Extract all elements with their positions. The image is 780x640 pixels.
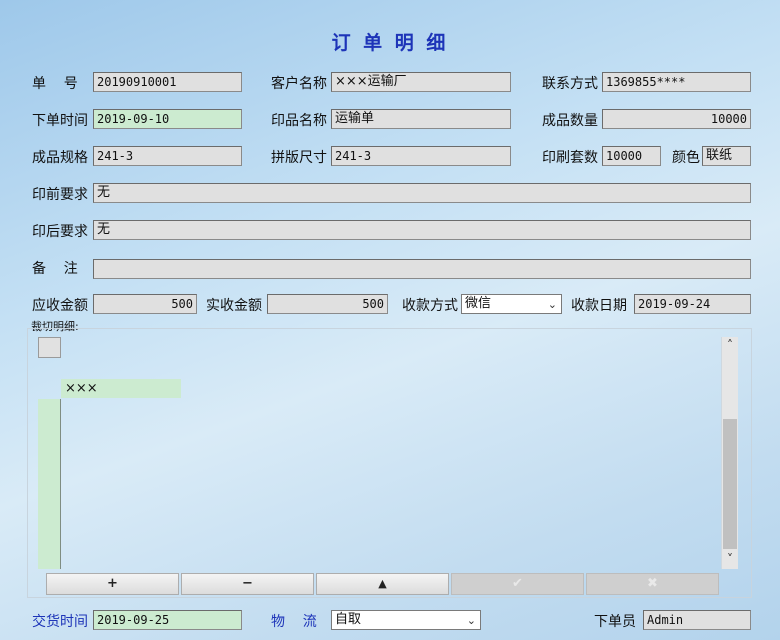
payment-method-label: 收款方式 [402, 298, 458, 314]
quantity-field[interactable]: 10000 [602, 109, 751, 129]
delivery-time-label: 交货时间 [32, 614, 88, 630]
remark-label: 备 注 [32, 261, 78, 277]
payment-date-field[interactable]: 2019-09-24 [634, 294, 751, 314]
order-time-field[interactable]: 2019-09-10 [93, 109, 242, 129]
contact-label: 联系方式 [542, 76, 598, 92]
logistics-select[interactable]: 自取 ⌄ [331, 610, 481, 630]
customer-field[interactable]: ×××运输厂 [331, 72, 511, 92]
scroll-thumb[interactable] [723, 419, 737, 549]
color-field[interactable]: 联纸 [702, 146, 751, 166]
grid-corner-button[interactable] [38, 337, 61, 358]
grid-column-header[interactable]: ××× [61, 379, 181, 398]
layout-size-field[interactable]: 241-3 [331, 146, 511, 166]
remark-field[interactable] [93, 259, 751, 279]
scroll-down-icon[interactable]: ˅ [722, 551, 738, 567]
color-label: 颜色 [672, 150, 700, 166]
sets-label: 印刷套数 [542, 150, 598, 166]
pre-press-label: 印前要求 [32, 187, 88, 203]
quantity-label: 成品数量 [542, 113, 598, 129]
operator-label: 下单员 [594, 614, 636, 630]
operator-field[interactable]: Admin [643, 610, 751, 630]
sets-field[interactable]: 10000 [602, 146, 661, 166]
contact-field[interactable]: 1369855**** [602, 72, 751, 92]
add-row-button[interactable]: + [46, 573, 179, 595]
order-time-label: 下单时间 [32, 113, 88, 129]
logistics-value: 自取 [335, 612, 362, 627]
grid-scrollbar[interactable]: ˄ ˅ [721, 337, 738, 569]
move-up-button[interactable]: ▲ [316, 573, 449, 595]
remove-row-button[interactable]: − [181, 573, 314, 595]
post-press-label: 印后要求 [32, 224, 88, 240]
spec-label: 成品规格 [32, 150, 88, 166]
customer-label: 客户名称 [271, 76, 327, 92]
receivable-field[interactable]: 500 [93, 294, 197, 314]
layout-size-label: 拼版尺寸 [271, 150, 327, 166]
pre-press-field[interactable]: 无 [93, 183, 751, 203]
chevron-down-icon: ⌄ [547, 298, 557, 311]
received-label: 实收金额 [206, 298, 262, 314]
cutting-grid[interactable]: ××× [38, 337, 720, 569]
receivable-label: 应收金额 [32, 298, 88, 314]
post-press-field[interactable]: 无 [93, 220, 751, 240]
payment-method-value: 微信 [465, 296, 492, 311]
page-title: 订 单 明 细 [331, 32, 449, 54]
grid-row-header [38, 399, 61, 569]
logistics-label: 物 流 [271, 614, 317, 630]
payment-date-label: 收款日期 [571, 298, 627, 314]
print-name-label: 印品名称 [271, 113, 327, 129]
delivery-time-field[interactable]: 2019-09-25 [93, 610, 242, 630]
cancel-button[interactable]: ✖ [586, 573, 719, 595]
payment-method-select[interactable]: 微信 ⌄ [461, 294, 562, 314]
print-name-field[interactable]: 运输单 [331, 109, 511, 129]
received-field[interactable]: 500 [267, 294, 388, 314]
chevron-down-icon: ⌄ [466, 614, 476, 627]
spec-field[interactable]: 241-3 [93, 146, 242, 166]
scroll-up-icon[interactable]: ˄ [722, 337, 738, 353]
confirm-button[interactable]: ✔ [451, 573, 584, 595]
order-no-label: 单 号 [32, 76, 78, 92]
order-no-field[interactable]: 20190910001 [93, 72, 242, 92]
